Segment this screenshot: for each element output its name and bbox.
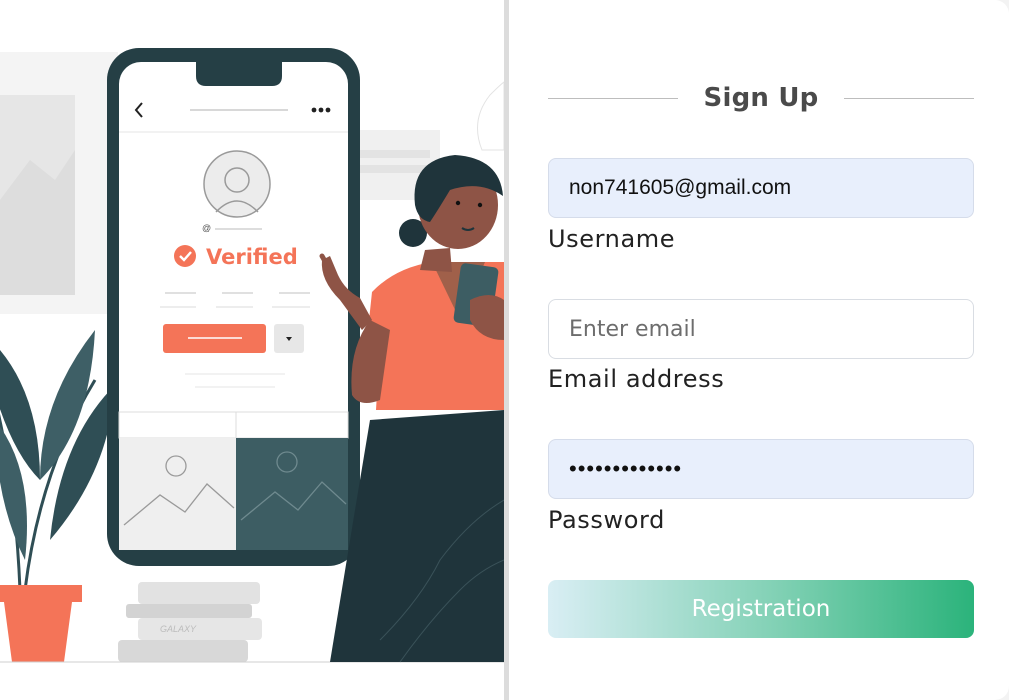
signup-panel: Sign Up non741605@gmail.com Username Ent… xyxy=(509,0,1009,700)
page-title: Sign Up xyxy=(703,83,819,113)
svg-text:@: @ xyxy=(202,223,211,233)
signup-title-row: Sign Up xyxy=(548,80,974,116)
email-label: Email address xyxy=(548,365,725,393)
username-input[interactable]: non741605@gmail.com xyxy=(548,158,974,218)
registration-button[interactable]: Registration xyxy=(548,580,974,638)
email-input[interactable]: Enter email xyxy=(548,299,974,359)
plant-illustration xyxy=(0,330,115,662)
title-left-rule xyxy=(548,97,678,99)
phone-illustration: @ Verified xyxy=(107,48,360,566)
username-label: Username xyxy=(548,225,676,253)
svg-text:GALAXY: GALAXY xyxy=(160,624,197,634)
title-right-rule xyxy=(844,97,974,99)
password-input[interactable]: ••••••••••••• xyxy=(548,439,974,499)
signup-illustration: GALAXY @ Verified xyxy=(0,0,504,700)
svg-text:Verified: Verified xyxy=(206,245,298,269)
password-label: Password xyxy=(548,506,665,534)
